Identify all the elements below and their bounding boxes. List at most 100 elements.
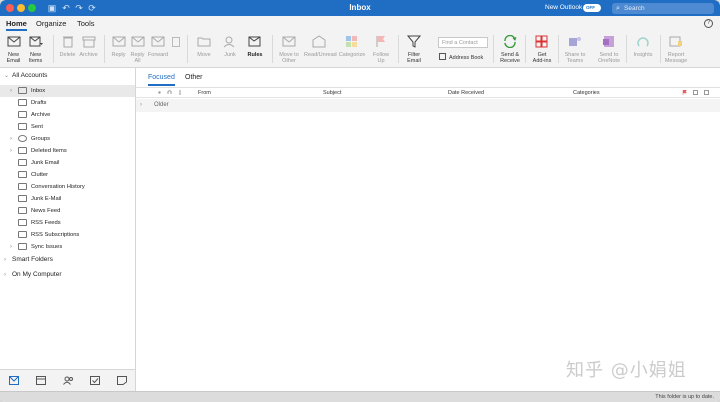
tab-focused[interactable]: Focused: [148, 72, 175, 86]
share-to-teams-label: Share to Teams: [564, 52, 586, 64]
sidebar-item-junk-e-mail[interactable]: Junk E-Mail: [0, 193, 135, 205]
redo-icon[interactable]: ↷: [73, 2, 85, 14]
sidebar-item-rss-feeds[interactable]: RSS Feeds: [0, 217, 135, 229]
undo-icon[interactable]: ↶: [60, 2, 72, 14]
close-window-button[interactable]: [6, 4, 14, 12]
find-contact-input[interactable]: [438, 37, 488, 48]
tab-other[interactable]: Other: [185, 72, 203, 84]
column-options-icon[interactable]: [693, 90, 698, 95]
notes-icon[interactable]: [117, 376, 127, 385]
search-icon: ⌕: [616, 5, 620, 12]
toolbar-separator: [104, 35, 105, 63]
insights-button[interactable]: Insights: [634, 31, 652, 68]
folder-name: Archive: [31, 112, 51, 118]
sidebar-item-sent[interactable]: Sent: [0, 121, 135, 133]
sidebar-item-news-feed[interactable]: News Feed: [0, 205, 135, 217]
get-add-ins-button[interactable]: Get Add-ins: [533, 31, 551, 68]
status-bar: This folder is up to date.: [0, 391, 720, 402]
minimize-window-button[interactable]: [17, 4, 25, 12]
delete-button[interactable]: Delete: [60, 31, 75, 68]
move-button[interactable]: Move: [196, 31, 212, 68]
mail-icon[interactable]: [9, 376, 19, 385]
folder-icon: [18, 219, 27, 226]
sidebar-item-rss-subscriptions[interactable]: RSS Subscriptions: [0, 229, 135, 241]
save-icon[interactable]: ▣: [46, 2, 58, 14]
rules-button[interactable]: Rules: [247, 31, 263, 68]
tasks-icon[interactable]: [90, 376, 100, 385]
tab-tools[interactable]: Tools: [77, 16, 95, 31]
mention-icon[interactable]: [704, 90, 709, 95]
filter-email-label: Filter Email: [407, 52, 421, 64]
add-ins-icon: [535, 35, 548, 48]
folder-name: Conversation History: [31, 184, 85, 190]
flag-icon[interactable]: [682, 90, 687, 95]
column-categories[interactable]: Categories: [573, 88, 600, 98]
attachment-icon[interactable]: [167, 90, 172, 95]
status-text: This folder is up to date.: [655, 394, 714, 400]
search-input[interactable]: [624, 3, 710, 14]
junk-email-icon: [18, 159, 27, 166]
group-header-older[interactable]: › Older: [136, 99, 720, 112]
tab-organize[interactable]: Organize: [36, 16, 66, 31]
column-from[interactable]: From: [198, 88, 211, 98]
all-accounts-item[interactable]: ⌄ All Accounts: [4, 71, 47, 81]
sidebar-item-conversation-history[interactable]: Conversation History: [0, 181, 135, 193]
on-my-computer-item[interactable]: › On My Computer: [4, 270, 62, 280]
follow-up-icon: [376, 36, 385, 47]
sidebar-item-groups[interactable]: › Groups: [0, 133, 135, 145]
sidebar-item-drafts[interactable]: Drafts: [0, 97, 135, 109]
deleted-items-icon: [18, 147, 27, 154]
sidebar-item-sync-issues[interactable]: › Sync Issues: [0, 241, 135, 253]
sidebar-item-clutter[interactable]: Clutter: [0, 169, 135, 181]
sent-icon: [18, 123, 27, 130]
forward-button[interactable]: Forward: [148, 31, 168, 68]
onenote-icon: [603, 36, 614, 47]
sidebar-item-deleted-items[interactable]: › Deleted Items: [0, 145, 135, 157]
folder-name: Drafts: [31, 100, 47, 106]
column-header: From Subject Date Received Categories: [136, 88, 720, 98]
reply-all-button[interactable]: Reply All: [130, 31, 145, 68]
send-to-onenote-button[interactable]: Send to OneNote: [598, 31, 620, 68]
new-items-button[interactable]: New Items: [27, 31, 44, 68]
report-message-label: Report Message: [664, 52, 688, 64]
new-outlook-toggle[interactable]: OFF: [583, 4, 601, 12]
categorize-button[interactable]: Categorize: [339, 31, 365, 68]
toggle-state-label: OFF: [586, 5, 595, 10]
zoom-window-button[interactable]: [28, 4, 36, 12]
chevron-right-icon: ›: [10, 88, 12, 94]
drafts-icon: [18, 99, 27, 106]
search-box[interactable]: ⌕: [612, 3, 714, 14]
column-subject[interactable]: Subject: [323, 88, 341, 98]
sidebar-item-junk-email[interactable]: Junk Email: [0, 157, 135, 169]
tab-home[interactable]: Home: [6, 16, 27, 31]
move-to-other-button[interactable]: Move to Other: [279, 31, 299, 68]
archive-button[interactable]: Archive: [79, 31, 98, 68]
flag-status-icon[interactable]: [179, 90, 184, 95]
sync-icon[interactable]: ⟳: [86, 2, 98, 14]
junk-button[interactable]: Junk: [222, 31, 238, 68]
follow-up-button[interactable]: Follow Up: [373, 31, 389, 68]
column-date-received[interactable]: Date Received: [448, 88, 484, 98]
send-receive-button[interactable]: Send & Receive: [500, 31, 520, 68]
message-list: Focused Other From Subject Date Received…: [136, 68, 720, 391]
sidebar-item-archive[interactable]: Archive: [0, 109, 135, 121]
help-button[interactable]: ?: [704, 19, 713, 28]
new-items-label: New Items: [28, 52, 43, 64]
read-unread-button[interactable]: Read/Unread: [304, 31, 337, 68]
share-to-teams-button[interactable]: Share to Teams: [565, 31, 585, 68]
follow-up-label: Follow Up: [373, 52, 389, 64]
folder-name: Junk E-Mail: [31, 196, 62, 202]
new-email-button[interactable]: New Email: [5, 31, 22, 68]
new-items-icon: [29, 36, 43, 47]
report-message-button[interactable]: Report Message: [665, 31, 687, 68]
people-icon[interactable]: [63, 376, 73, 385]
calendar-icon[interactable]: [36, 376, 46, 385]
filter-icon: [407, 35, 421, 48]
folder-icon: [18, 243, 27, 250]
move-to-other-label: Move to Other: [279, 52, 299, 64]
sidebar-item-inbox[interactable]: › Inbox: [0, 85, 135, 97]
filter-email-button[interactable]: Filter Email: [405, 31, 423, 68]
address-book-button[interactable]: Address Book: [439, 53, 483, 63]
importance-icon[interactable]: [157, 90, 162, 95]
smart-folders-item[interactable]: › Smart Folders: [4, 255, 53, 265]
